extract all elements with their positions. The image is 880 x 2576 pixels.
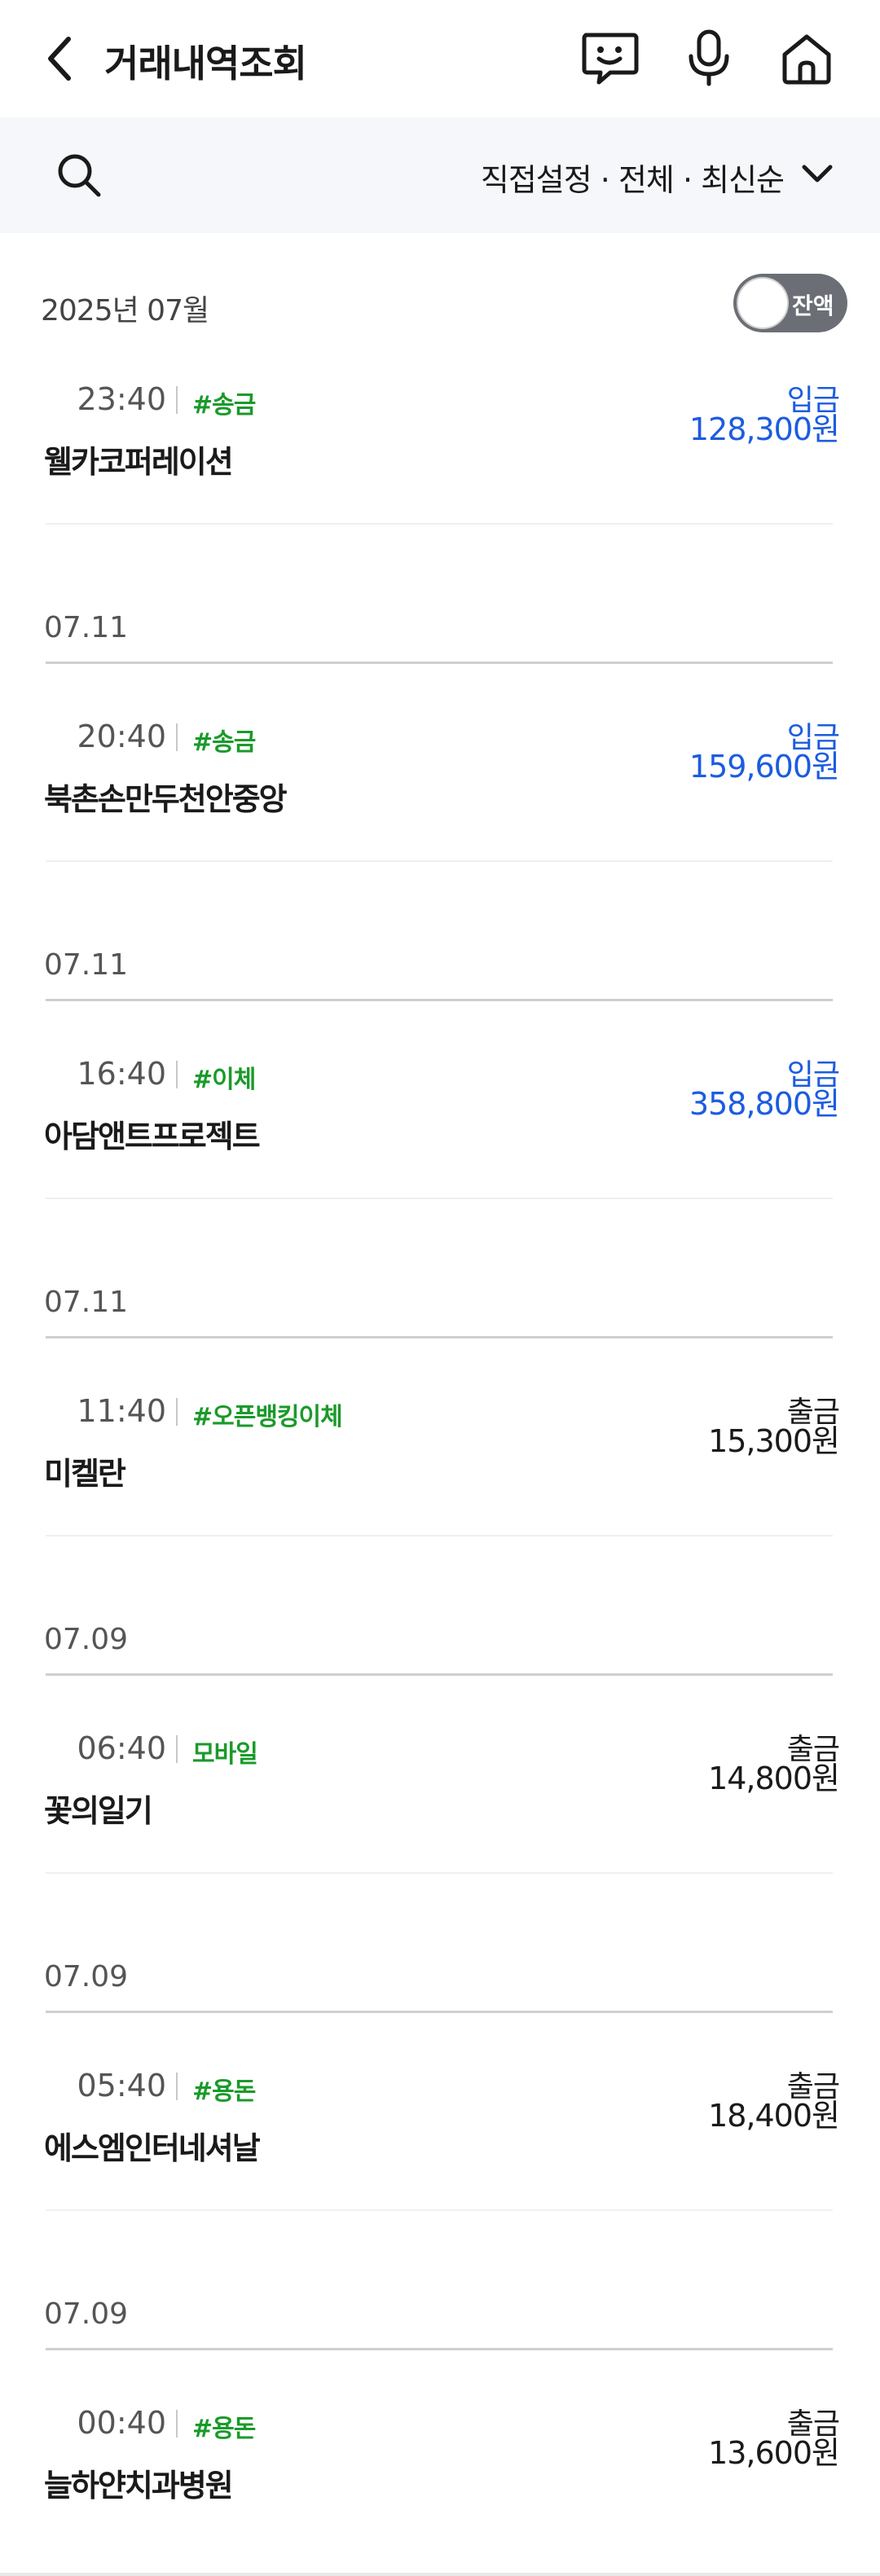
transaction-time: 05:40 [77, 2068, 166, 2103]
date-header: 07.09 [0, 1960, 880, 2025]
separator [176, 1735, 178, 1763]
date-label: 07.11 [44, 611, 129, 644]
month-label: 2025년 07월 [41, 294, 209, 327]
transaction-time: 16:40 [77, 1056, 166, 1092]
transaction-item[interactable]: 23:40 #송금 입금 128,300원 웰카코퍼레이션 [0, 381, 880, 544]
top-app-bar: 거래내역조회 [0, 0, 880, 117]
transaction-counterparty: 북촌손만두천안중앙 [44, 781, 288, 817]
transaction-tag: #오픈뱅킹이체 [192, 1403, 343, 1431]
date-divider [46, 1336, 833, 1339]
transaction-amount: 13,600원 [708, 2435, 840, 2471]
separator [176, 386, 178, 414]
bottom-edge [0, 2573, 880, 2576]
transaction-item[interactable]: 20:40 #송금 입금 159,600원 북촌손만두천안중앙 [0, 719, 880, 881]
date-label: 07.09 [44, 1960, 129, 1994]
transaction-tag: #송금 [192, 728, 256, 757]
transaction-tag: #송금 [192, 391, 256, 420]
row-divider [46, 1872, 833, 1874]
transaction-counterparty: 웰카코퍼레이션 [44, 444, 234, 480]
page-title: 거래내역조회 [104, 42, 307, 86]
home-icon [782, 34, 831, 85]
row-divider [46, 1198, 833, 1199]
chatbot-button[interactable] [577, 26, 642, 91]
transaction-time: 23:40 [77, 381, 166, 417]
separator [176, 723, 178, 751]
transaction-item[interactable]: 16:40 #이체 입금 358,800원 아담앤트프로젝트 [0, 1056, 880, 1219]
date-label: 07.11 [44, 1286, 129, 1319]
separator [176, 1398, 178, 1426]
toggle-label: 잔액 [792, 292, 834, 319]
transaction-time: 06:40 [77, 1730, 166, 1766]
date-header: 07.11 [0, 948, 880, 1013]
date-divider [46, 2011, 833, 2013]
date-divider [46, 2348, 833, 2350]
transaction-counterparty: 에스엠인터네셔날 [44, 2130, 261, 2166]
transaction-item[interactable]: 00:40 #용돈 출금 13,600원 늘하얀치과병원 [0, 2405, 880, 2568]
voice-button[interactable] [676, 26, 741, 91]
transaction-amount: 15,300원 [708, 1423, 840, 1459]
home-button[interactable] [774, 26, 839, 91]
date-label: 07.09 [44, 2297, 129, 2331]
date-header: 07.11 [0, 1286, 880, 1351]
transaction-amount: 14,800원 [708, 1761, 840, 1796]
date-label: 07.11 [44, 948, 129, 982]
date-divider [46, 1673, 833, 1676]
transaction-counterparty: 꽃의일기 [44, 1793, 153, 1829]
chat-icon [582, 33, 639, 85]
date-divider [46, 999, 833, 1001]
row-divider [46, 1535, 833, 1536]
transaction-amount: 128,300원 [689, 411, 840, 447]
filter-bar: 직접설정 · 전체 · 최신순 [0, 117, 880, 233]
transaction-history-page: 거래내역조회 직접설정 · 전체 · 최신순 2025년 07월 잔액 23:4… [0, 0, 880, 2576]
transaction-counterparty: 아담앤트프로젝트 [44, 1119, 261, 1154]
date-header: 07.09 [0, 2297, 880, 2363]
transaction-amount: 159,600원 [689, 749, 840, 785]
date-label: 07.09 [44, 1623, 129, 1656]
transaction-tag: #용돈 [192, 2415, 256, 2443]
transaction-counterparty: 늘하얀치과병원 [44, 2468, 234, 2503]
separator [176, 2073, 178, 2100]
row-divider [46, 860, 833, 862]
date-divider [46, 662, 833, 664]
date-header: 07.11 [0, 611, 880, 676]
date-header: 07.09 [0, 1623, 880, 1688]
transaction-amount: 358,800원 [689, 1086, 840, 1122]
transaction-item[interactable]: 11:40 #오픈뱅킹이체 출금 15,300원 미켈란 [0, 1393, 880, 1556]
separator [176, 2410, 178, 2438]
back-icon [48, 37, 71, 81]
transaction-amount: 18,400원 [708, 2098, 840, 2134]
mic-icon [689, 29, 729, 86]
transaction-time: 20:40 [77, 719, 166, 754]
toggle-knob [737, 277, 789, 329]
transaction-tag: 모바일 [192, 1740, 258, 1769]
search-icon [58, 154, 101, 197]
transaction-time: 00:40 [77, 2405, 166, 2441]
chevron-down-icon [802, 165, 833, 182]
transaction-tag: #이체 [192, 1066, 256, 1094]
filter-dropdown-button[interactable] [797, 156, 838, 192]
filter-summary[interactable]: 직접설정 · 전체 · 최신순 [481, 155, 785, 200]
transaction-item[interactable]: 06:40 모바일 출금 14,800원 꽃의일기 [0, 1730, 880, 1893]
transaction-counterparty: 미켈란 [44, 1456, 126, 1492]
transaction-item[interactable]: 05:40 #용돈 출금 18,400원 에스엠인터네셔날 [0, 2068, 880, 2231]
separator [176, 1061, 178, 1088]
row-divider [46, 523, 833, 525]
search-button[interactable] [51, 147, 108, 204]
back-button[interactable] [36, 33, 85, 85]
transaction-time: 11:40 [77, 1393, 166, 1429]
row-divider [46, 2209, 833, 2211]
transaction-tag: #용돈 [192, 2077, 256, 2106]
balance-toggle[interactable]: 잔액 [733, 274, 847, 332]
